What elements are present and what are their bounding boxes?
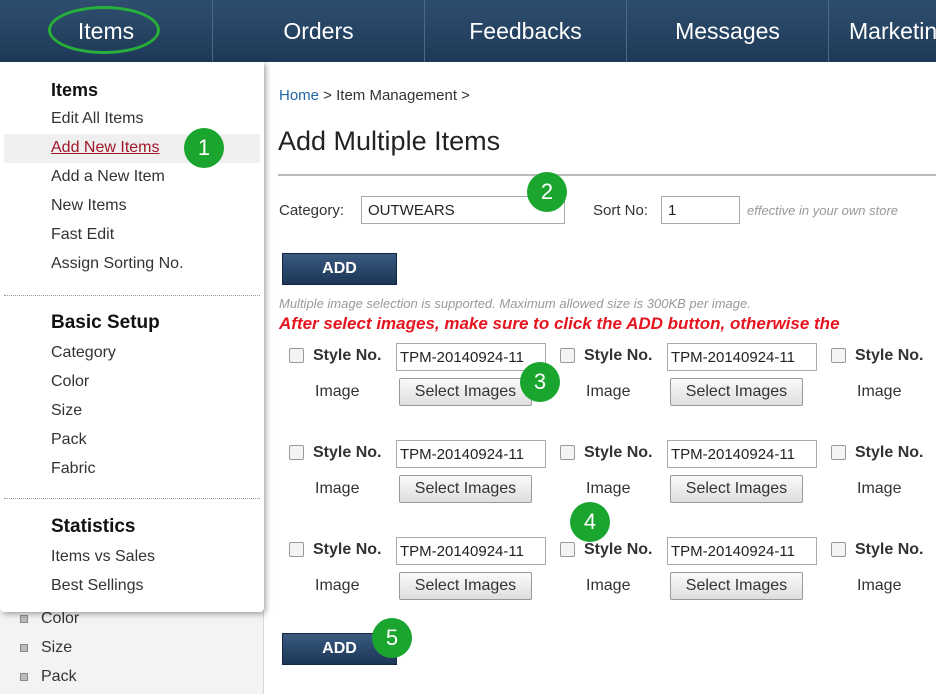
top-nav: Items Orders Feedbacks Messages Marketin… xyxy=(0,0,936,62)
bullet-icon xyxy=(20,644,28,652)
select-images-button[interactable]: Select Images xyxy=(670,378,803,406)
select-images-button[interactable]: Select Images xyxy=(399,378,532,406)
menu-item-category[interactable]: Category xyxy=(51,344,116,362)
style-no-input[interactable]: TPM-20140924-11 xyxy=(396,343,546,371)
menu-item-fabric[interactable]: Fabric xyxy=(51,460,95,478)
image-label: Image xyxy=(857,383,902,400)
upload-info-note: Multiple image selection is supported. M… xyxy=(279,296,751,311)
item-checkbox[interactable] xyxy=(289,445,304,460)
bullet-icon xyxy=(20,615,28,623)
select-images-button[interactable]: Select Images xyxy=(399,475,532,503)
item-checkbox[interactable] xyxy=(831,445,846,460)
title-divider xyxy=(278,174,936,176)
image-label: Image xyxy=(586,480,631,497)
item-checkbox[interactable] xyxy=(831,542,846,557)
step-marker-2: 2 xyxy=(527,172,567,212)
image-label: Image xyxy=(857,480,902,497)
menu-heading-basic-setup: Basic Setup xyxy=(51,312,160,333)
menu-item-add-new-items[interactable]: Add New Items xyxy=(51,139,159,157)
sidebar-item-label: Pack xyxy=(41,668,77,685)
menu-heading-statistics: Statistics xyxy=(51,516,136,537)
breadcrumb-trail: > Item Management > xyxy=(319,87,470,104)
style-no-input[interactable]: TPM-20140924-11 xyxy=(667,537,817,565)
sidebar-item-size[interactable]: Size xyxy=(20,639,72,657)
image-label: Image xyxy=(315,480,360,497)
image-label: Image xyxy=(315,383,360,400)
step-marker-5: 5 xyxy=(372,618,412,658)
item-checkbox[interactable] xyxy=(289,542,304,557)
style-no-input[interactable]: TPM-20140924-11 xyxy=(667,440,817,468)
style-no-input[interactable]: TPM-20140924-11 xyxy=(667,343,817,371)
menu-item-edit-all-items[interactable]: Edit All Items xyxy=(51,110,143,128)
warning-note: After select images, make sure to click … xyxy=(279,314,840,333)
style-no-label: Style No. xyxy=(584,444,653,461)
menu-item-items-vs-sales[interactable]: Items vs Sales xyxy=(51,548,155,566)
items-dropdown-menu: Items Edit All Items Add New Items Add a… xyxy=(0,62,264,612)
style-no-label: Style No. xyxy=(584,347,653,364)
add-button-top[interactable]: ADD xyxy=(282,253,397,285)
breadcrumb-home-link[interactable]: Home xyxy=(279,87,319,104)
select-images-button[interactable]: Select Images xyxy=(670,475,803,503)
item-checkbox[interactable] xyxy=(560,445,575,460)
menu-item-add-a-new-item[interactable]: Add a New Item xyxy=(51,168,165,186)
page-title: Add Multiple Items xyxy=(278,126,501,156)
menu-item-size[interactable]: Size xyxy=(51,402,82,420)
sort-hint: effective in your own store xyxy=(747,203,899,218)
menu-item-assign-sorting-no[interactable]: Assign Sorting No. xyxy=(51,255,184,273)
sidebar-item-label: Color xyxy=(41,610,80,627)
style-no-input[interactable]: TPM-20140924-11 xyxy=(396,440,546,468)
menu-item-new-items[interactable]: New Items xyxy=(51,197,127,215)
sort-no-label: Sort No: xyxy=(593,202,649,219)
sidebar-item-pack[interactable]: Pack xyxy=(20,668,77,686)
image-label: Image xyxy=(586,577,631,594)
style-no-label: Style No. xyxy=(313,347,382,364)
image-label: Image xyxy=(586,383,631,400)
item-checkbox[interactable] xyxy=(831,348,846,363)
category-label: Category: xyxy=(279,202,345,219)
menu-heading-items: Items xyxy=(51,80,99,100)
step-marker-4: 4 xyxy=(570,502,610,542)
step-marker-3: 3 xyxy=(520,362,560,402)
step-marker-1: 1 xyxy=(184,128,224,168)
style-no-label: Style No. xyxy=(313,444,382,461)
style-no-label: Style No. xyxy=(313,541,382,558)
menu-divider xyxy=(4,295,260,296)
style-no-input[interactable]: TPM-20140924-11 xyxy=(396,537,546,565)
breadcrumb: Home > Item Management > xyxy=(279,87,470,104)
menu-item-pack[interactable]: Pack xyxy=(51,431,87,449)
style-no-label: Style No. xyxy=(855,541,924,558)
sidebar-item-label: Size xyxy=(41,639,73,656)
image-label: Image xyxy=(315,577,360,594)
item-checkbox[interactable] xyxy=(560,348,575,363)
menu-item-fast-edit[interactable]: Fast Edit xyxy=(51,226,114,244)
sort-no-input[interactable] xyxy=(661,196,740,224)
item-checkbox[interactable] xyxy=(289,348,304,363)
style-no-label: Style No. xyxy=(855,347,924,364)
style-no-label: Style No. xyxy=(855,444,924,461)
menu-item-best-sellings[interactable]: Best Sellings xyxy=(51,577,144,595)
select-images-button[interactable]: Select Images xyxy=(399,572,532,600)
item-checkbox[interactable] xyxy=(560,542,575,557)
tab-feedbacks[interactable]: Feedbacks xyxy=(425,0,627,62)
select-images-button[interactable]: Select Images xyxy=(670,572,803,600)
menu-divider xyxy=(4,498,260,499)
tab-items[interactable]: Items xyxy=(0,0,213,62)
image-label: Image xyxy=(857,577,902,594)
style-no-label: Style No. xyxy=(584,541,653,558)
tab-marketing[interactable]: Marketing xyxy=(829,0,936,62)
bullet-icon xyxy=(20,673,28,681)
tab-messages[interactable]: Messages xyxy=(627,0,829,62)
sidebar-item-color[interactable]: Color xyxy=(20,610,79,628)
menu-item-color[interactable]: Color xyxy=(51,373,89,391)
tab-orders[interactable]: Orders xyxy=(213,0,425,62)
